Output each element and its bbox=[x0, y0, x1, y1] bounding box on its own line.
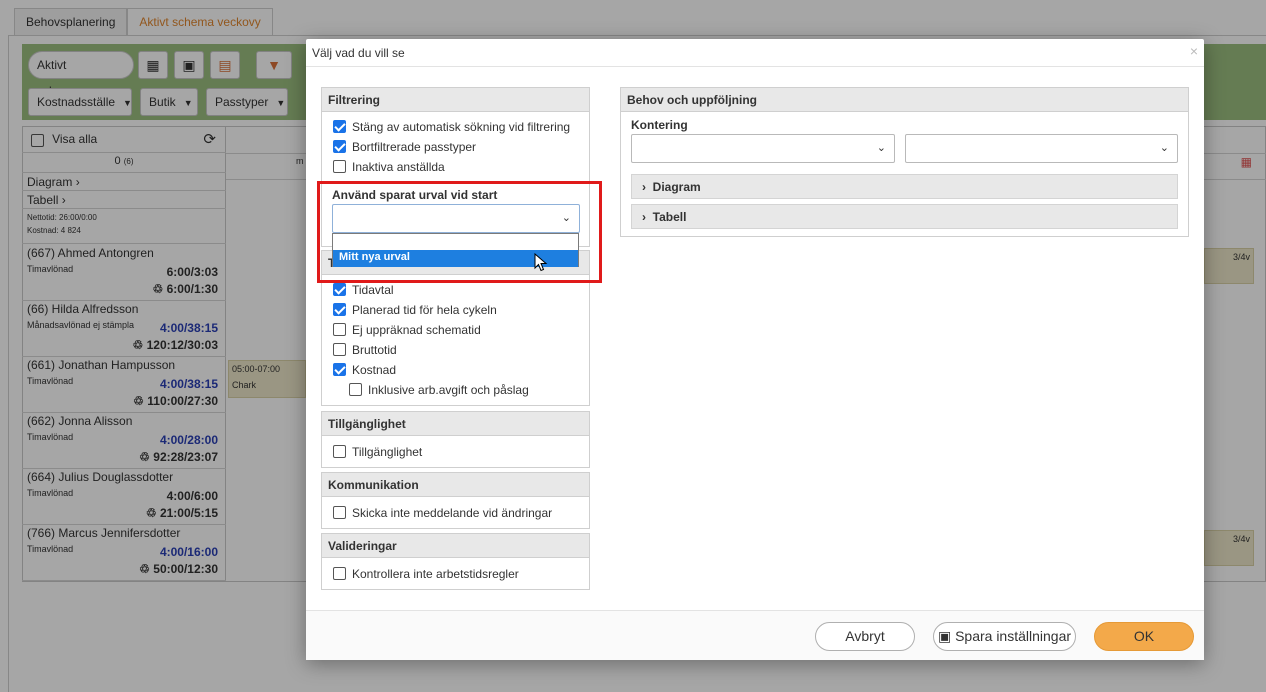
option-label: Stäng av automatisk sökning vid filtreri… bbox=[352, 120, 571, 134]
checkbox-no-work-rules[interactable] bbox=[333, 567, 346, 581]
kontering-select-2[interactable]: ⌄ bbox=[905, 134, 1178, 163]
view-settings-modal: Välj vad du vill se × Filtrering Stäng a… bbox=[306, 39, 1204, 660]
modal-footer: Avbryt ▣ Spara inställningar OK bbox=[306, 610, 1204, 660]
chevron-right-icon: › bbox=[642, 180, 646, 194]
checkbox-inactive-employees[interactable] bbox=[333, 160, 346, 174]
accordion-diagram-label: Diagram bbox=[652, 180, 701, 194]
option-label: Inaktiva anställda bbox=[352, 160, 445, 174]
option-planned-time-cycle[interactable]: Planerad tid för hela cykeln bbox=[333, 303, 497, 317]
option-uncounted-schedule[interactable]: Ej uppräknad schematid bbox=[333, 323, 481, 337]
option-label: Ej uppräknad schematid bbox=[352, 323, 481, 337]
chevron-right-icon: › bbox=[642, 210, 646, 224]
option-label: Inklusive arb.avgift och påslag bbox=[368, 383, 529, 397]
needs-panel: Behov och uppföljning Kontering ⌄ ⌄ › Di… bbox=[620, 87, 1189, 237]
checkbox-auto-search[interactable] bbox=[333, 120, 346, 134]
checkbox-filtered-shift-types[interactable] bbox=[333, 140, 346, 154]
option-label: Kostnad bbox=[352, 363, 397, 377]
option-label: Kontrollera inte arbetstidsregler bbox=[352, 567, 519, 581]
needs-title: Behov och uppföljning bbox=[621, 88, 1188, 112]
option-label: Tidavtal bbox=[352, 283, 394, 297]
kontering-label: Kontering bbox=[631, 118, 688, 132]
option-no-messages[interactable]: Skicka inte meddelande vid ändringar bbox=[333, 506, 552, 520]
availability-title: Tillgänglighet bbox=[322, 412, 589, 436]
accordion-table-label: Tabell bbox=[652, 210, 687, 224]
validation-panel: Valideringar Kontrollera inte arbetstids… bbox=[321, 533, 590, 590]
validation-title: Valideringar bbox=[322, 534, 589, 558]
checkbox-incl-employer-fee[interactable] bbox=[349, 383, 362, 397]
save-icon: ▣ bbox=[937, 628, 952, 644]
option-incl-employer-fee[interactable]: Inklusive arb.avgift och påslag bbox=[349, 383, 529, 397]
checkbox-cost[interactable] bbox=[333, 363, 346, 377]
modal-header: Välj vad du vill se × bbox=[306, 39, 1204, 67]
checkbox-no-messages[interactable] bbox=[333, 506, 346, 520]
option-label: Tillgänglighet bbox=[352, 445, 423, 459]
checkbox-gross-time[interactable] bbox=[333, 343, 346, 357]
option-label: Skicka inte meddelande vid ändringar bbox=[352, 506, 553, 520]
availability-panel: Tillgänglighet Tillgänglighet bbox=[321, 411, 590, 468]
option-filtered-shift-types[interactable]: Bortfiltrerade passtyper bbox=[333, 140, 476, 154]
accordion-table[interactable]: › Tabell bbox=[631, 204, 1178, 229]
option-time-agreement[interactable]: Tidavtal bbox=[333, 283, 394, 297]
save-settings-label: Spara inställningar bbox=[955, 628, 1072, 644]
option-inactive-employees[interactable]: Inaktiva anställda bbox=[333, 160, 445, 174]
chevron-down-icon: ⌄ bbox=[1159, 142, 1169, 154]
option-gross-time[interactable]: Bruttotid bbox=[333, 343, 397, 357]
option-availability[interactable]: Tillgänglighet bbox=[333, 445, 422, 459]
checkbox-time-agreement[interactable] bbox=[333, 283, 346, 297]
modal-title: Välj vad du vill se bbox=[312, 46, 405, 60]
highlight-box bbox=[317, 181, 602, 283]
option-auto-search[interactable]: Stäng av automatisk sökning vid filtreri… bbox=[333, 120, 570, 134]
checkbox-availability[interactable] bbox=[333, 445, 346, 459]
option-no-work-rules[interactable]: Kontrollera inte arbetstidsregler bbox=[333, 567, 519, 581]
option-label: Planerad tid för hela cykeln bbox=[352, 303, 497, 317]
filtering-title: Filtrering bbox=[322, 88, 589, 112]
communication-panel: Kommunikation Skicka inte meddelande vid… bbox=[321, 472, 590, 529]
option-label: Bruttotid bbox=[352, 343, 397, 357]
cancel-button[interactable]: Avbryt bbox=[815, 622, 915, 651]
communication-title: Kommunikation bbox=[322, 473, 589, 497]
checkbox-planned-time-cycle[interactable] bbox=[333, 303, 346, 317]
chevron-down-icon: ⌄ bbox=[876, 142, 886, 154]
option-label: Bortfiltrerade passtyper bbox=[352, 140, 477, 154]
kontering-select-1[interactable]: ⌄ bbox=[631, 134, 895, 163]
mouse-cursor-icon bbox=[534, 253, 548, 272]
save-settings-button[interactable]: ▣ Spara inställningar bbox=[933, 622, 1076, 651]
accordion-diagram[interactable]: › Diagram bbox=[631, 174, 1178, 199]
close-icon[interactable]: × bbox=[1190, 43, 1198, 59]
ok-button[interactable]: OK bbox=[1094, 622, 1194, 651]
checkbox-uncounted-schedule[interactable] bbox=[333, 323, 346, 337]
option-cost[interactable]: Kostnad bbox=[333, 363, 396, 377]
